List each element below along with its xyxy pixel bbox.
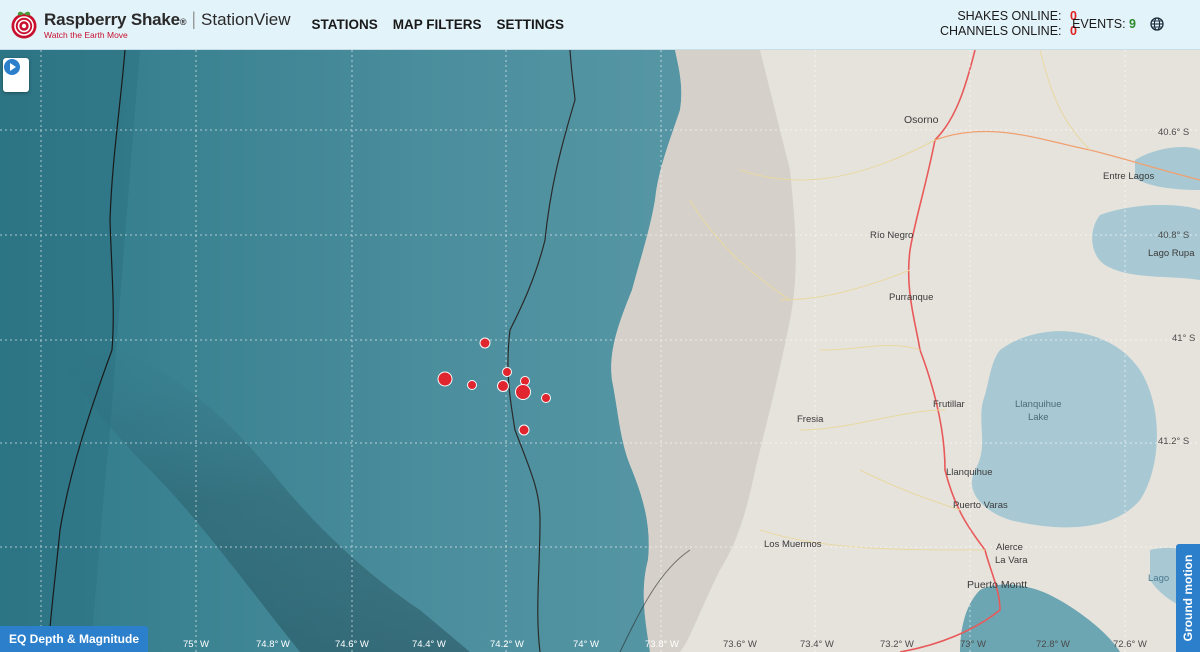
lon-label: 74.6° W [335,639,369,650]
lat-label: 41° S [1172,333,1196,344]
place-label: Lago [1148,573,1170,584]
lon-label: 74.4° W [412,639,446,650]
earthquake-marker[interactable] [502,367,512,377]
earthquake-marker[interactable] [515,384,531,400]
lon-label: 74.8° W [256,639,290,650]
place-label: Los Muermos [764,539,822,550]
lon-label: 75° W [183,639,209,650]
place-label: Río Negro [870,230,914,241]
ground-motion-label: Ground motion [1181,554,1195,642]
lon-label: 73° W [960,639,986,650]
online-status: SHAKES ONLINE: 0 CHANNELS ONLINE: 0 [940,9,1077,39]
place-label: Fresia [797,414,824,425]
raspberry-logo-icon [11,11,37,38]
lat-label: 41.2° S [1158,436,1190,447]
place-label: Puerto Montt [967,579,1028,591]
place-label: Osorno [904,114,939,126]
place-label: Puerto Varas [953,500,1008,511]
place-label: Llanquihue [946,467,993,478]
lat-label: 40.8° S [1158,230,1190,241]
place-label: Lago Rupa [1148,248,1195,259]
nav-settings[interactable]: SETTINGS [497,17,565,32]
registered-mark: ® [179,16,187,27]
nav-stations[interactable]: STATIONS [312,17,378,32]
earthquake-marker[interactable] [497,380,509,392]
earthquake-marker[interactable] [541,393,551,403]
brand-tagline: Watch the Earth Move [44,29,128,40]
lat-label: 40.6° S [1158,127,1190,138]
shakes-online-label: SHAKES ONLINE: [957,9,1062,23]
channels-online-label: CHANNELS ONLINE: [939,24,1062,38]
lon-label: 74° W [573,639,599,650]
top-bar: Raspberry Shake ® | StationView Watch the… [0,0,1200,50]
nav-map-filters[interactable]: MAP FILTERS [393,17,482,32]
lon-label: 73.6° W [723,639,757,650]
play-icon [4,59,20,75]
lon-label: 72.6° W [1113,639,1147,650]
lon-label: 72.8° W [1036,639,1070,650]
place-label: Alerce [996,542,1023,553]
lon-label: 73.8° W [645,639,679,650]
place-label: Llanquihue Lake [1015,399,1062,423]
eq-depth-magnitude-button[interactable]: EQ Depth & Magnitude [0,626,148,652]
events-label: EVENTS: [1072,17,1126,31]
play-button[interactable] [3,58,29,92]
place-label: Purranque [889,292,934,303]
events-value: 9 [1129,17,1136,31]
brand: Raspberry Shake ® | StationView Watch the… [44,10,291,40]
earthquake-marker[interactable] [467,380,477,390]
lon-label: 73.4° W [800,639,834,650]
place-label: Frutillar [933,399,965,410]
lake-llanquihue [971,331,1157,528]
brand-separator: | [191,8,197,29]
globe-icon[interactable] [1150,17,1164,31]
map-view[interactable]: Osorno Entre Lagos Río Negro Lago Rupa P… [0,50,1200,652]
product-name: StationView [201,9,291,29]
events-counter[interactable]: EVENTS: 9 [1072,17,1136,31]
brand-name: Raspberry Shake [44,9,180,29]
ground-motion-tab[interactable]: Ground motion [1176,544,1200,652]
logo[interactable]: Raspberry Shake ® | StationView Watch the… [10,10,291,40]
lon-label: 73.2° W [880,639,914,650]
earthquake-marker[interactable] [479,337,491,349]
earthquake-marker[interactable] [437,371,453,387]
main-nav: STATIONS MAP FILTERS SETTINGS [312,17,565,32]
place-label: La Vara [995,555,1028,566]
earthquake-marker[interactable] [518,424,530,436]
place-label: Entre Lagos [1103,171,1155,182]
lon-label: 74.2° W [490,639,524,650]
